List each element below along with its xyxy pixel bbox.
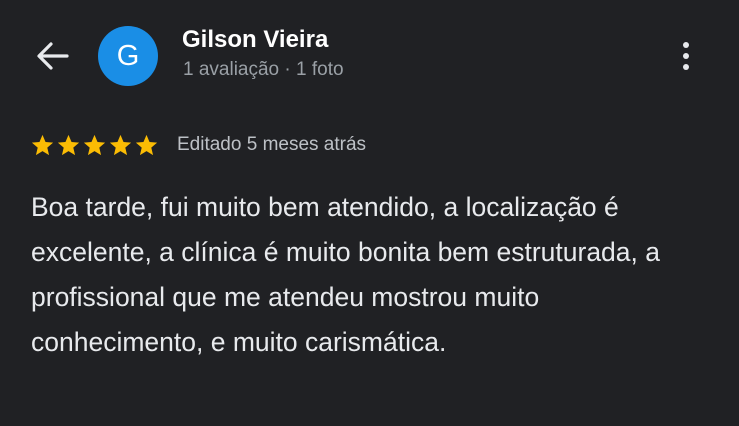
reviewer-stats: 1 avaliação · 1 foto [183,59,344,80]
star-rating [30,133,159,158]
more-vert-icon-dot [683,64,689,70]
more-vert-icon-dot [683,53,689,59]
reviewer-name[interactable]: Gilson Vieira [182,26,328,54]
avatar-letter: G [116,39,140,72]
more-options-button[interactable] [664,34,708,78]
star-icon [83,134,106,155]
reviewer-header: G Gilson Vieira 1 avaliação · 1 foto [0,0,739,110]
review-screen: G Gilson Vieira 1 avaliação · 1 foto Edi… [0,0,739,426]
edited-timestamp: Editado 5 meses atrás [177,134,367,155]
review-text: Boa tarde, fui muito bem atendido, a loc… [31,192,660,357]
star-icon [109,134,132,155]
rating-row: Editado 5 meses atrás [30,130,366,160]
back-button[interactable] [30,34,74,78]
avatar[interactable]: G [98,26,158,86]
arrow-left-icon [37,42,69,70]
star-icon [135,134,158,155]
star-icon [57,134,80,155]
more-vert-icon-dot [683,42,689,48]
star-icon [31,134,54,155]
